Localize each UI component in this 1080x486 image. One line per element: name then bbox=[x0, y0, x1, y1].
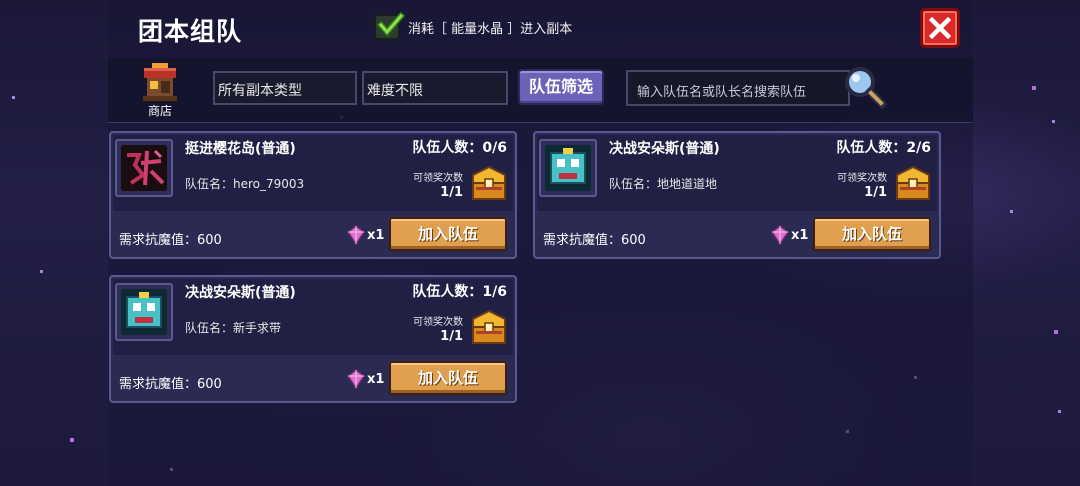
star bbox=[1032, 86, 1036, 90]
star bbox=[1058, 410, 1061, 413]
join-team-button[interactable]: 加入队伍 bbox=[389, 217, 507, 251]
required-magic-resist: 需求抗魔值：600 bbox=[543, 233, 646, 248]
magnifier-icon bbox=[845, 67, 888, 110]
crystal-cost: x1 bbox=[347, 225, 384, 245]
reward-label: 可领奖次数 bbox=[413, 317, 463, 328]
treasure-chest-icon bbox=[469, 307, 509, 351]
star bbox=[1054, 330, 1058, 334]
crystal-cost: x1 bbox=[347, 369, 384, 389]
reward-count: 1/1 bbox=[440, 185, 463, 200]
required-magic-resist: 需求抗魔值：600 bbox=[119, 377, 222, 392]
shop-label: 商店 bbox=[147, 104, 172, 118]
team-name: 队伍名：地地道道地 bbox=[609, 177, 718, 191]
dungeon-name: 挺进樱花岛(普通) bbox=[185, 141, 296, 157]
consume-checkbox[interactable] bbox=[374, 11, 405, 40]
member-count: 队伍人数：2/6 bbox=[836, 140, 931, 156]
join-team-button[interactable]: 加入队伍 bbox=[389, 361, 507, 395]
team-name: 队伍名：hero_79003 bbox=[185, 177, 305, 191]
shop-icon bbox=[143, 63, 177, 101]
member-count: 队伍人数：1/6 bbox=[412, 284, 507, 300]
crystal-cost-count: x1 bbox=[367, 371, 385, 387]
team-search-input[interactable]: 输入队伍名或队长名搜索队伍 bbox=[626, 70, 850, 106]
team-card: 决战安朵斯(普通) 队伍人数：2/6 队伍名：地地道道地 可领奖次数 1/1 需… bbox=[533, 131, 941, 259]
team-name: 队伍名：新手求带 bbox=[185, 321, 282, 335]
treasure-chest-icon bbox=[893, 163, 933, 207]
star bbox=[1052, 120, 1055, 123]
checkmark-icon bbox=[376, 11, 405, 37]
dungeon-name: 决战安朵斯(普通) bbox=[185, 285, 296, 301]
dungeon-icon-frame bbox=[539, 139, 597, 197]
reward-label: 可领奖次数 bbox=[413, 173, 463, 184]
dungeon-type-select[interactable]: 所有副本类型 bbox=[213, 71, 357, 105]
dungeon-icon-frame bbox=[115, 283, 173, 341]
andus-boss-icon bbox=[545, 145, 591, 191]
reward-count: 1/1 bbox=[440, 329, 463, 344]
reward-label: 可领奖次数 bbox=[837, 173, 887, 184]
sakura-boss-icon bbox=[121, 145, 167, 191]
reward-count: 1/1 bbox=[864, 185, 887, 200]
page-title: 团本组队 bbox=[138, 17, 243, 46]
close-icon bbox=[929, 17, 951, 39]
close-button[interactable] bbox=[920, 8, 960, 48]
member-count: 队伍人数：0/6 bbox=[412, 140, 507, 156]
star bbox=[70, 438, 74, 442]
join-team-button[interactable]: 加入队伍 bbox=[813, 217, 931, 251]
energy-crystal-icon bbox=[771, 225, 789, 245]
energy-crystal-icon bbox=[347, 225, 365, 245]
team-card: 决战安朵斯(普通) 队伍人数：1/6 队伍名：新手求带 可领奖次数 1/1 需求… bbox=[109, 275, 517, 403]
star bbox=[40, 270, 43, 273]
consume-label: 消耗［ 能量水晶 ］进入副本 bbox=[408, 21, 573, 37]
crystal-cost: x1 bbox=[771, 225, 808, 245]
team-card: 挺进樱花岛(普通) 队伍人数：0/6 队伍名：hero_79003 可领奖次数 … bbox=[109, 131, 517, 259]
shop-button[interactable]: 商店 bbox=[138, 62, 182, 118]
required-magic-resist: 需求抗魔值：600 bbox=[119, 233, 222, 248]
team-filter-button[interactable]: 队伍筛选 bbox=[518, 69, 604, 105]
consume-crystal-toggle[interactable]: 消耗［ 能量水晶 ］进入副本 bbox=[374, 11, 573, 40]
energy-crystal-icon bbox=[347, 369, 365, 389]
search-button[interactable] bbox=[842, 64, 888, 114]
treasure-chest-icon bbox=[469, 163, 509, 207]
star bbox=[12, 96, 15, 99]
star bbox=[1010, 210, 1013, 213]
dungeon-name: 决战安朵斯(普通) bbox=[609, 141, 720, 157]
andus-boss-icon bbox=[121, 289, 167, 335]
crystal-cost-count: x1 bbox=[367, 227, 385, 243]
crystal-cost-count: x1 bbox=[791, 227, 809, 243]
difficulty-select[interactable]: 难度不限 bbox=[362, 71, 508, 105]
dungeon-icon-frame bbox=[115, 139, 173, 197]
